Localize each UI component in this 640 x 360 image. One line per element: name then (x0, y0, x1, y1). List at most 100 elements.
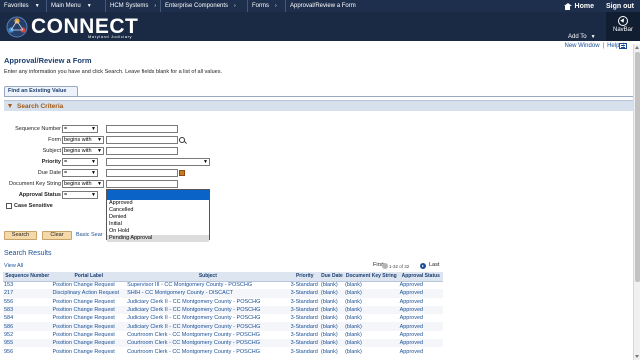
table-cell[interactable]: Position Change Request (51, 339, 127, 348)
view-all-link[interactable]: View All (4, 263, 23, 269)
table-row[interactable]: 956 Position Change Request Courtroom Cler… (3, 347, 443, 355)
due-date-input[interactable] (106, 169, 178, 177)
operator-value: = (64, 159, 68, 165)
dropdown-option[interactable]: Pending Approval (107, 235, 209, 242)
table-cell[interactable]: 556 (3, 298, 51, 306)
table-cell[interactable]: Position Change Request (51, 281, 126, 289)
breadcrumb-hcm-systems[interactable]: HCM Systems › (106, 0, 161, 12)
column-header[interactable]: Sequence Number (3, 272, 52, 282)
column-header[interactable]: Portal Label (51, 272, 127, 282)
dropdown-option[interactable]: Approved (107, 200, 209, 207)
priority-select[interactable]: ▼ (106, 158, 210, 166)
table-cell: 3-Standard (290, 331, 318, 338)
subject-operator[interactable]: begins with ▼ (62, 147, 104, 155)
due-date-operator[interactable]: = ▼ (62, 169, 98, 177)
table-cell[interactable]: Courtroom Clerk - CC Montgomery County -… (126, 347, 289, 355)
table-cell[interactable]: 955 (3, 339, 52, 348)
table-cell[interactable]: Position Change Request (51, 347, 126, 355)
table-cell[interactable]: 952 (3, 331, 51, 339)
table-cell[interactable]: Judiciary Clerk II - CC Montgomery Count… (126, 322, 290, 331)
add-to-menu[interactable]: Add To ▼ (568, 34, 596, 40)
table-cell[interactable]: Judiciary Clerk II - CC Montgomery Count… (126, 298, 289, 306)
previous-page-icon[interactable] (382, 263, 388, 269)
dropdown-option[interactable]: Cancelled (107, 207, 209, 214)
table-cell[interactable]: 217 (3, 289, 52, 298)
table-row[interactable]: 955 Position Change Request Courtroom Cler… (3, 339, 443, 348)
case-sensitive-checkbox[interactable] (6, 203, 12, 209)
table-cell[interactable]: 956 (3, 347, 51, 355)
sequence-number-operator[interactable]: = ▼ (62, 125, 98, 133)
table-cell[interactable]: Position Change Request (51, 322, 127, 331)
new-window-link[interactable]: New Window (565, 43, 600, 49)
table-cell: (blank) (344, 339, 399, 348)
dropdown-option[interactable]: Initial (107, 221, 209, 228)
table-cell[interactable]: 584 (3, 314, 51, 322)
table-cell[interactable]: Position Change Request (51, 305, 127, 315)
table-cell[interactable]: Courtroom Clerk - CC Montgomery County -… (126, 331, 289, 339)
table-cell[interactable]: Position Change Request (51, 298, 126, 306)
table-cell[interactable]: Supervisor III - CC Montgomery County - … (126, 281, 289, 289)
column-header[interactable]: Approval Status (398, 272, 443, 282)
breadcrumb-forms[interactable]: Forms › (248, 0, 286, 12)
personalize-page-icon[interactable] (619, 43, 627, 49)
pager-last[interactable]: Last (429, 262, 439, 268)
form-input[interactable] (106, 136, 178, 144)
table-cell: Approved (399, 282, 424, 289)
basic-search-link[interactable]: Basic Sear (76, 232, 103, 238)
table-row[interactable]: 952 Position Change Request Courtroom Cler… (3, 331, 443, 339)
approval-status-operator[interactable]: = ▼ (62, 191, 98, 199)
table-row[interactable]: 217 Disciplinary Action Request SHIH - CC … (3, 289, 443, 298)
tab-find-existing-value[interactable]: Find an Existing Value (4, 86, 78, 96)
table-row[interactable]: 583 Position Change Request Judiciary Cler… (3, 305, 443, 315)
search-criteria-header[interactable]: Search Criteria (4, 100, 634, 111)
table-cell[interactable]: Judiciary Clerk II - CC Montgomery Count… (126, 305, 290, 315)
calendar-icon[interactable] (179, 170, 185, 176)
sequence-number-input[interactable] (106, 125, 178, 133)
table-cell[interactable]: 586 (3, 322, 52, 331)
sign-out-link[interactable]: Sign out (600, 3, 640, 10)
help-link[interactable]: Help (607, 43, 619, 49)
nav-favorites[interactable]: Favorites ▼ (0, 0, 47, 12)
clear-button[interactable]: Clear (42, 231, 72, 240)
scroll-thumb[interactable] (635, 52, 640, 282)
operator-value: begins with (64, 137, 92, 143)
table-cell: (blank) (345, 298, 362, 305)
table-row[interactable]: 556 Position Change Request Judiciary Cler… (3, 298, 443, 306)
column-header[interactable]: Due Date (319, 272, 345, 282)
priority-operator[interactable]: = ▼ (62, 158, 98, 166)
table-cell[interactable]: Position Change Request (51, 314, 126, 322)
navbar-button[interactable]: NavBar (606, 12, 640, 41)
lookup-icon[interactable] (179, 137, 185, 143)
home-link[interactable]: Home (558, 2, 600, 10)
column-header[interactable]: Document Key String (344, 272, 399, 282)
table-cell[interactable]: 153 (3, 281, 51, 289)
nav-main-menu[interactable]: Main Menu ▼ (47, 0, 106, 12)
document-key-operator[interactable]: begins with ▼ (62, 180, 104, 188)
table-row[interactable]: 153 Position Change Request Supervisor III… (3, 281, 443, 289)
form-operator[interactable]: begins with ▼ (62, 136, 104, 144)
home-label: Home (574, 2, 594, 10)
column-header[interactable]: Subject (126, 272, 290, 282)
column-header[interactable]: Priority (289, 272, 320, 282)
breadcrumb-enterprise-components[interactable]: Enterprise Components › (161, 0, 248, 12)
dropdown-option[interactable]: Denied (107, 214, 209, 221)
table-cell[interactable]: Courtroom Clerk - CC Montgomery County -… (126, 339, 290, 348)
dropdown-option[interactable]: On Hold (107, 228, 209, 235)
table-cell[interactable]: Judiciary Clerk II - CC Montgomery Count… (126, 314, 289, 322)
dropdown-option-blank[interactable] (107, 190, 209, 200)
vertical-scrollbar[interactable] (633, 44, 640, 360)
table-cell[interactable]: SHIH - CC Montgomery County - DISCACT (126, 289, 290, 298)
subject-input[interactable] (106, 147, 178, 155)
scroll-down-icon[interactable] (635, 355, 639, 358)
search-button[interactable]: Search (4, 231, 37, 240)
table-row[interactable]: 584 Position Change Request Judiciary Cler… (3, 314, 443, 322)
table-cell[interactable]: Position Change Request (51, 331, 126, 339)
approval-status-dropdown[interactable]: Approved Cancelled Denied Initial On Hol… (106, 189, 210, 242)
page-title: Approval/Review a Form (4, 56, 92, 65)
table-row[interactable]: 586 Position Change Request Judiciary Cler… (3, 322, 443, 331)
table-cell[interactable]: 583 (3, 305, 52, 315)
next-page-icon[interactable] (420, 263, 426, 269)
table-cell[interactable]: Disciplinary Action Request (51, 289, 127, 298)
scroll-up-icon[interactable] (635, 46, 639, 49)
document-key-input[interactable] (106, 180, 178, 188)
